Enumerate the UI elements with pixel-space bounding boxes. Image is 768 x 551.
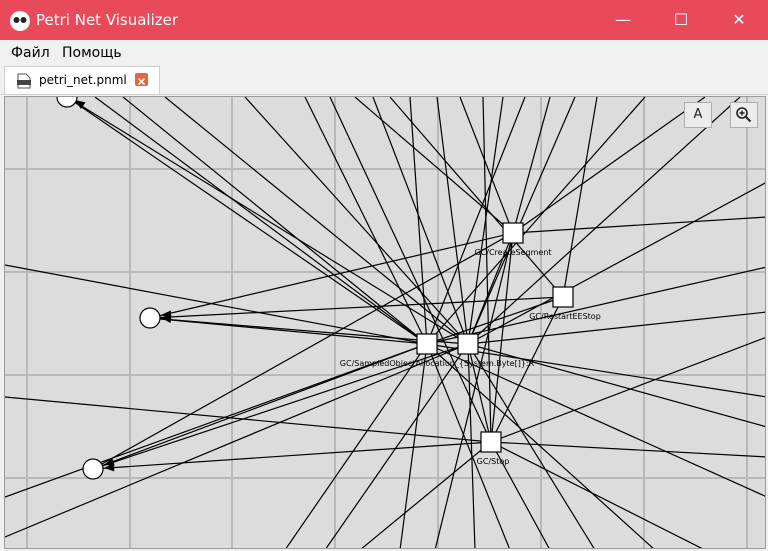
tab-petri-net[interactable]: petri_net.pnml: [4, 66, 160, 94]
menu-file[interactable]: Файл: [11, 45, 50, 61]
arc: [66, 97, 428, 345]
close-tab-icon[interactable]: [135, 73, 148, 86]
menu-help[interactable]: Помощь: [62, 45, 122, 61]
place[interactable]: [139, 307, 161, 329]
title-bar: Petri Net Visualizer — ☐ ✕: [0, 0, 768, 40]
transition[interactable]: [502, 222, 524, 244]
petri-net-canvas[interactable]: GC/CreateSegment GC/RestartEEStop GC/Sampl…: [4, 96, 766, 549]
arc: [5, 264, 428, 345]
arcs-layer: [5, 97, 765, 548]
maximize-button[interactable]: ☐: [658, 0, 704, 40]
transition-label: GC/RestartEEStop: [529, 312, 601, 321]
canvas-grid: [5, 97, 765, 548]
transition[interactable]: [416, 333, 438, 355]
petri-net-graph[interactable]: GC/CreateSegment GC/RestartEEStop GC/Sampl…: [5, 97, 766, 549]
arc: [467, 97, 741, 345]
menu-bar: Файл Помощь: [0, 40, 768, 66]
arc: [149, 296, 564, 319]
arc: [512, 97, 551, 234]
arc: [389, 97, 564, 298]
arc: [409, 97, 428, 345]
font-toggle-button[interactable]: A: [684, 102, 712, 128]
arc: [467, 182, 765, 345]
arc: [512, 216, 765, 234]
transition-label: GC/CreateSegment: [474, 248, 551, 257]
pnml-file-icon: [17, 73, 31, 89]
place[interactable]: [56, 97, 78, 108]
zoom-in-button[interactable]: [730, 102, 758, 128]
transition[interactable]: [552, 286, 574, 308]
arc: [329, 97, 492, 443]
tab-label: petri_net.pnml: [39, 73, 127, 87]
arc: [5, 343, 469, 538]
app-logo-icon: [10, 11, 30, 31]
zoom-in-icon: [736, 107, 752, 123]
transition[interactable]: [480, 431, 502, 453]
arc: [66, 97, 469, 345]
minimize-button[interactable]: —: [600, 0, 646, 40]
arc: [490, 337, 765, 443]
tab-strip: petri_net.pnml: [0, 66, 768, 95]
arc: [467, 311, 765, 345]
arc: [149, 232, 514, 319]
place[interactable]: [82, 458, 104, 480]
arc: [490, 441, 703, 548]
arc: [482, 97, 492, 443]
window-title: Petri Net Visualizer: [36, 11, 179, 29]
nodes-layer: GC/CreateSegment GC/RestartEEStop GC/Sampl…: [56, 97, 601, 480]
close-window-button[interactable]: ✕: [716, 0, 762, 40]
transition-label: GC/SampledObjectAllocation_{System.Byte[…: [340, 359, 535, 368]
arc: [434, 232, 514, 548]
transition[interactable]: [457, 333, 479, 355]
transition-label: GC/Stop: [477, 457, 510, 466]
arc: [490, 441, 765, 458]
arc: [467, 343, 765, 428]
arc: [562, 97, 598, 298]
